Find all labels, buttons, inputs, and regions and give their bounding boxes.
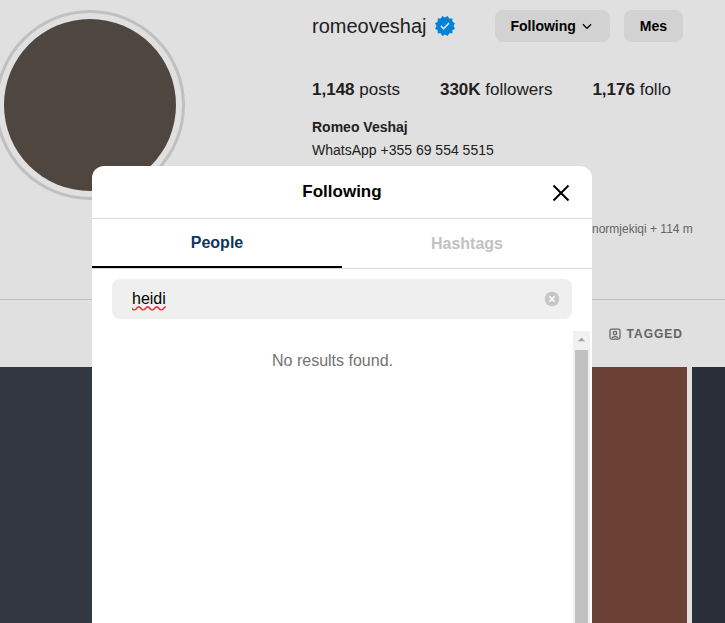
scrollbar-thumb[interactable] bbox=[575, 350, 588, 623]
scrollbar[interactable] bbox=[573, 331, 590, 623]
dialog-tab[interactable]: People bbox=[92, 219, 342, 268]
empty-message: No results found. bbox=[272, 351, 393, 623]
clear-icon[interactable] bbox=[544, 291, 560, 307]
dialog-tab[interactable]: Hashtags bbox=[342, 219, 592, 268]
close-icon bbox=[551, 183, 571, 203]
dialog-header: Following bbox=[92, 166, 592, 219]
results-list: No results found. bbox=[92, 331, 592, 623]
search-value[interactable]: heidi bbox=[132, 287, 544, 311]
following-dialog: Following PeopleHashtags heidi No results f… bbox=[92, 166, 592, 623]
dialog-title: Following bbox=[302, 179, 381, 205]
scroll-up-icon[interactable] bbox=[577, 335, 586, 344]
results-content: No results found. bbox=[92, 331, 573, 623]
close-button[interactable] bbox=[550, 182, 572, 204]
dialog-tabs: PeopleHashtags bbox=[92, 219, 592, 269]
page: romeoveshajFollowingMes1,148 posts330K f… bbox=[0, 0, 725, 623]
search-field[interactable]: heidi bbox=[112, 279, 572, 319]
